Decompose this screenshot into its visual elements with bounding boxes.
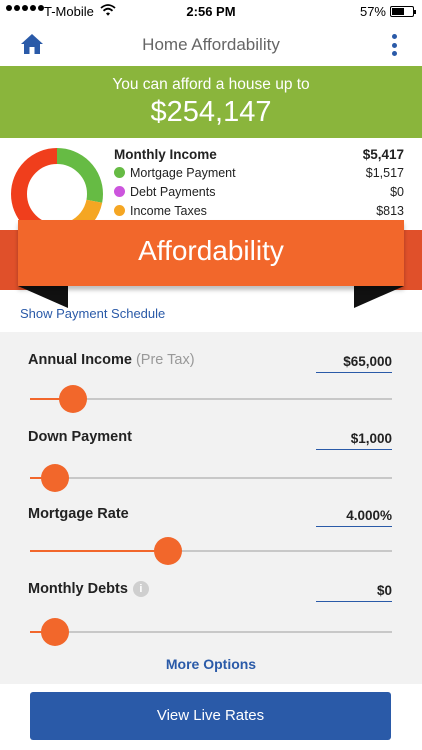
summary-row-mortgage: Mortgage Payment $1,517 [114,166,404,180]
summary-label: Income Taxes [130,204,207,218]
annual-income-label: Annual Income (Pre Tax) [28,352,195,368]
more-options-link[interactable]: More Options [0,656,422,672]
info-icon[interactable]: i [132,581,149,597]
down-payment-field[interactable]: $1,000 [316,431,392,450]
clock: 2:56 PM [186,4,236,19]
summary-value: $1,517 [365,166,404,180]
banner-subtitle: You can afford a house up to [112,76,310,93]
monthly-debts-slider[interactable] [30,617,392,647]
annual-income-slider[interactable] [30,384,392,414]
summary-label: Monthly Income [114,147,217,162]
monthly-debts-label: Monthly Debts i [28,581,149,597]
summary-row-taxes: Income Taxes $813 [114,204,404,218]
status-bar: T-Mobile 2:56 PM 57% [0,0,422,24]
down-payment-slider[interactable] [30,463,392,493]
monthly-debts-label-text: Monthly Debts [28,581,128,597]
affordability-banner: You can afford a house up to $254,147 [0,66,422,138]
more-vertical-icon[interactable] [390,34,398,56]
navigation-bar: Home Affordability [0,24,422,66]
summary-row-debt: Debt Payments $0 [114,185,404,199]
legend-dot [114,186,125,197]
battery-percentage: 57% [359,4,386,19]
affordable-amount: $254,147 [150,96,272,128]
summary-value: $0 [390,185,404,199]
ribbon-fold-left [18,286,68,308]
slider-thumb[interactable] [41,618,70,646]
mortgage-rate-label: Mortgage Rate [28,506,129,522]
mortgage-rate-slider[interactable] [30,536,392,566]
legend-dot [114,205,125,216]
battery-icon [390,6,416,17]
page-title: Home Affordability [142,35,280,54]
summary-row-income: Monthly Income $5,417 [114,147,404,162]
ribbon-fold-right [354,286,404,308]
affordability-ribbon: Affordability [18,220,404,286]
slider-thumb[interactable] [153,537,182,565]
mortgage-rate-field[interactable]: 4.000% [316,508,392,527]
annual-income-label-text: Annual Income [28,352,132,368]
monthly-debts-field[interactable]: $0 [316,583,392,602]
slider-thumb[interactable] [41,464,70,492]
summary-label: Mortgage Payment [130,166,236,180]
pre-tax-hint: (Pre Tax) [135,352,195,368]
summary-value: $5,417 [362,147,404,162]
annual-income-field[interactable]: $65,000 [316,354,392,373]
down-payment-label: Down Payment [28,429,132,445]
legend-dot [114,167,125,178]
slider-thumb[interactable] [59,385,88,413]
summary-value: $813 [376,204,404,218]
summary-label: Debt Payments [130,185,216,199]
show-payment-schedule-link[interactable]: Show Payment Schedule [20,306,165,321]
view-live-rates-button[interactable]: View Live Rates [30,692,391,740]
